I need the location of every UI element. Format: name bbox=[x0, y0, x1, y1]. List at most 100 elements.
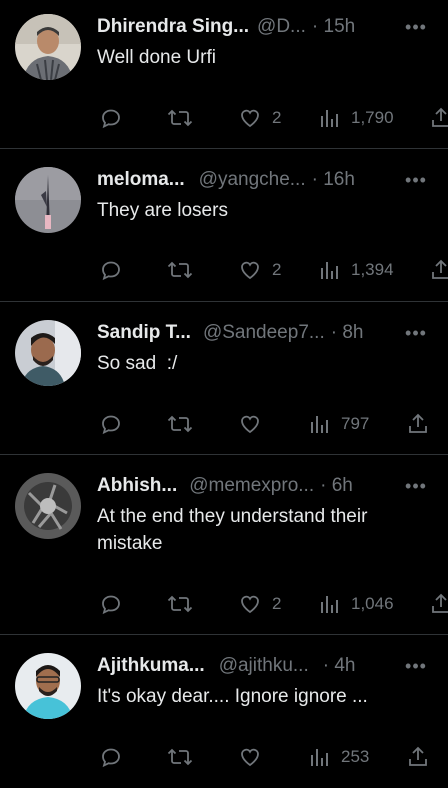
retweet-icon bbox=[167, 109, 193, 127]
tweet-text: Well done Urfi bbox=[97, 47, 216, 68]
action-bar: 797 bbox=[0, 411, 448, 437]
author-handle[interactable]: @memexpro... bbox=[189, 475, 314, 496]
author-name[interactable]: meloma... bbox=[97, 169, 185, 190]
heart-icon bbox=[241, 261, 259, 280]
like-button[interactable] bbox=[238, 744, 272, 770]
retweet-button[interactable] bbox=[167, 744, 193, 770]
tweet[interactable]: Sandip T... @Sandeep7... · 8h ••• So sad :… bbox=[0, 302, 448, 455]
views-button[interactable]: 1,790 bbox=[319, 105, 394, 131]
like-button[interactable]: 2 bbox=[238, 591, 281, 617]
avatar[interactable] bbox=[15, 14, 81, 80]
tweet-text: They are losers bbox=[97, 200, 228, 221]
tweet-header: Ajithkuma... @ajithku... · 4h bbox=[97, 652, 408, 680]
author-handle[interactable]: @yangche... bbox=[199, 169, 306, 190]
more-icon[interactable]: ••• bbox=[404, 476, 428, 496]
retweet-button[interactable] bbox=[167, 257, 193, 283]
retweet-icon bbox=[167, 748, 193, 766]
avatar[interactable] bbox=[15, 473, 81, 539]
timestamp[interactable]: · 8h bbox=[331, 322, 364, 343]
views-icon bbox=[311, 416, 328, 433]
author-handle[interactable]: @D... bbox=[257, 16, 306, 37]
share-icon bbox=[432, 593, 448, 613]
action-bar: 2 1,394 bbox=[0, 257, 448, 283]
reply-button[interactable] bbox=[99, 591, 123, 617]
share-icon bbox=[432, 107, 448, 127]
author-name[interactable]: Ajithkuma... bbox=[97, 655, 205, 676]
tweet-header: Dhirendra Sing... @D... · 15h bbox=[97, 13, 408, 41]
views-icon bbox=[321, 110, 338, 127]
views-count: 797 bbox=[341, 414, 370, 433]
tweet-header: meloma... @yangche... · 16h bbox=[97, 166, 408, 194]
tweet[interactable]: Dhirendra Sing... @D... · 15h ••• Well don… bbox=[0, 0, 448, 149]
share-icon bbox=[409, 413, 427, 433]
views-icon bbox=[321, 262, 338, 279]
retweet-button[interactable] bbox=[167, 411, 193, 437]
tweet-text: So sad :/ bbox=[97, 353, 178, 374]
heart-icon bbox=[241, 109, 259, 128]
reply-icon bbox=[102, 415, 120, 435]
like-button[interactable]: 2 bbox=[238, 105, 281, 131]
like-button[interactable]: 2 bbox=[238, 257, 281, 283]
timestamp[interactable]: · 6h bbox=[320, 475, 353, 496]
share-button[interactable] bbox=[407, 411, 429, 437]
avatar[interactable] bbox=[15, 167, 81, 233]
like-count: 2 bbox=[272, 594, 282, 613]
views-button[interactable]: 1,046 bbox=[319, 591, 394, 617]
heart-icon bbox=[241, 748, 259, 767]
retweet-button[interactable] bbox=[167, 591, 193, 617]
share-button[interactable] bbox=[430, 105, 448, 131]
more-icon[interactable]: ••• bbox=[404, 323, 428, 343]
more-icon[interactable]: ••• bbox=[404, 170, 428, 190]
tweet-header: Abhish... @memexpro... · 6h bbox=[97, 472, 408, 500]
tweet[interactable]: meloma... @yangche... · 16h ••• They are l… bbox=[0, 149, 448, 302]
retweet-icon bbox=[167, 415, 193, 433]
views-button[interactable]: 1,394 bbox=[319, 257, 394, 283]
heart-icon bbox=[241, 415, 259, 434]
author-name[interactable]: Dhirendra Sing... bbox=[97, 16, 249, 37]
retweet-button[interactable] bbox=[167, 105, 193, 131]
views-count: 1,046 bbox=[351, 594, 394, 613]
like-count: 2 bbox=[272, 260, 282, 279]
like-button[interactable] bbox=[238, 411, 272, 437]
views-icon bbox=[321, 596, 338, 613]
views-button[interactable]: 797 bbox=[309, 411, 369, 437]
retweet-icon bbox=[167, 261, 193, 279]
share-icon bbox=[409, 746, 427, 766]
reply-button[interactable] bbox=[99, 411, 123, 437]
action-bar: 2 1,790 bbox=[0, 105, 448, 131]
share-button[interactable] bbox=[430, 257, 448, 283]
reply-feed: Dhirendra Sing... @D... · 15h ••• Well don… bbox=[0, 0, 448, 788]
reply-button[interactable] bbox=[99, 105, 123, 131]
views-count: 1,790 bbox=[351, 108, 394, 127]
author-handle[interactable]: @ajithku... bbox=[219, 655, 309, 676]
tweet-header: Sandip T... @Sandeep7... · 8h bbox=[97, 319, 408, 347]
action-bar: 2 1,046 bbox=[0, 591, 448, 617]
retweet-icon bbox=[167, 595, 193, 613]
views-button[interactable]: 253 bbox=[309, 744, 369, 770]
share-button[interactable] bbox=[430, 591, 448, 617]
avatar[interactable] bbox=[15, 320, 81, 386]
reply-icon bbox=[102, 261, 120, 281]
share-button[interactable] bbox=[407, 744, 429, 770]
author-name[interactable]: Abhish... bbox=[97, 475, 177, 496]
like-count: 2 bbox=[272, 108, 282, 127]
timestamp[interactable]: · 4h bbox=[323, 655, 356, 676]
views-count: 253 bbox=[341, 747, 370, 766]
author-handle[interactable]: @Sandeep7... bbox=[203, 322, 325, 343]
author-name[interactable]: Sandip T... bbox=[97, 322, 191, 343]
reply-icon bbox=[102, 595, 120, 615]
timestamp[interactable]: · 16h bbox=[312, 169, 355, 190]
share-icon bbox=[432, 259, 448, 279]
tweet-text: It's okay dear.... Ignore ignore ... bbox=[97, 686, 368, 707]
more-icon[interactable]: ••• bbox=[404, 17, 428, 37]
tweet[interactable]: Ajithkuma... @ajithku... · 4h ••• It's oka… bbox=[0, 635, 448, 788]
tweet-text: At the end they understand their mistake bbox=[97, 506, 368, 554]
more-icon[interactable]: ••• bbox=[404, 656, 428, 676]
timestamp[interactable]: · 15h bbox=[312, 16, 355, 37]
avatar[interactable] bbox=[15, 653, 81, 719]
reply-icon bbox=[102, 748, 120, 768]
tweet[interactable]: Abhish... @memexpro... · 6h ••• At the end… bbox=[0, 455, 448, 635]
reply-button[interactable] bbox=[99, 744, 123, 770]
reply-button[interactable] bbox=[99, 257, 123, 283]
reply-icon bbox=[102, 109, 120, 129]
